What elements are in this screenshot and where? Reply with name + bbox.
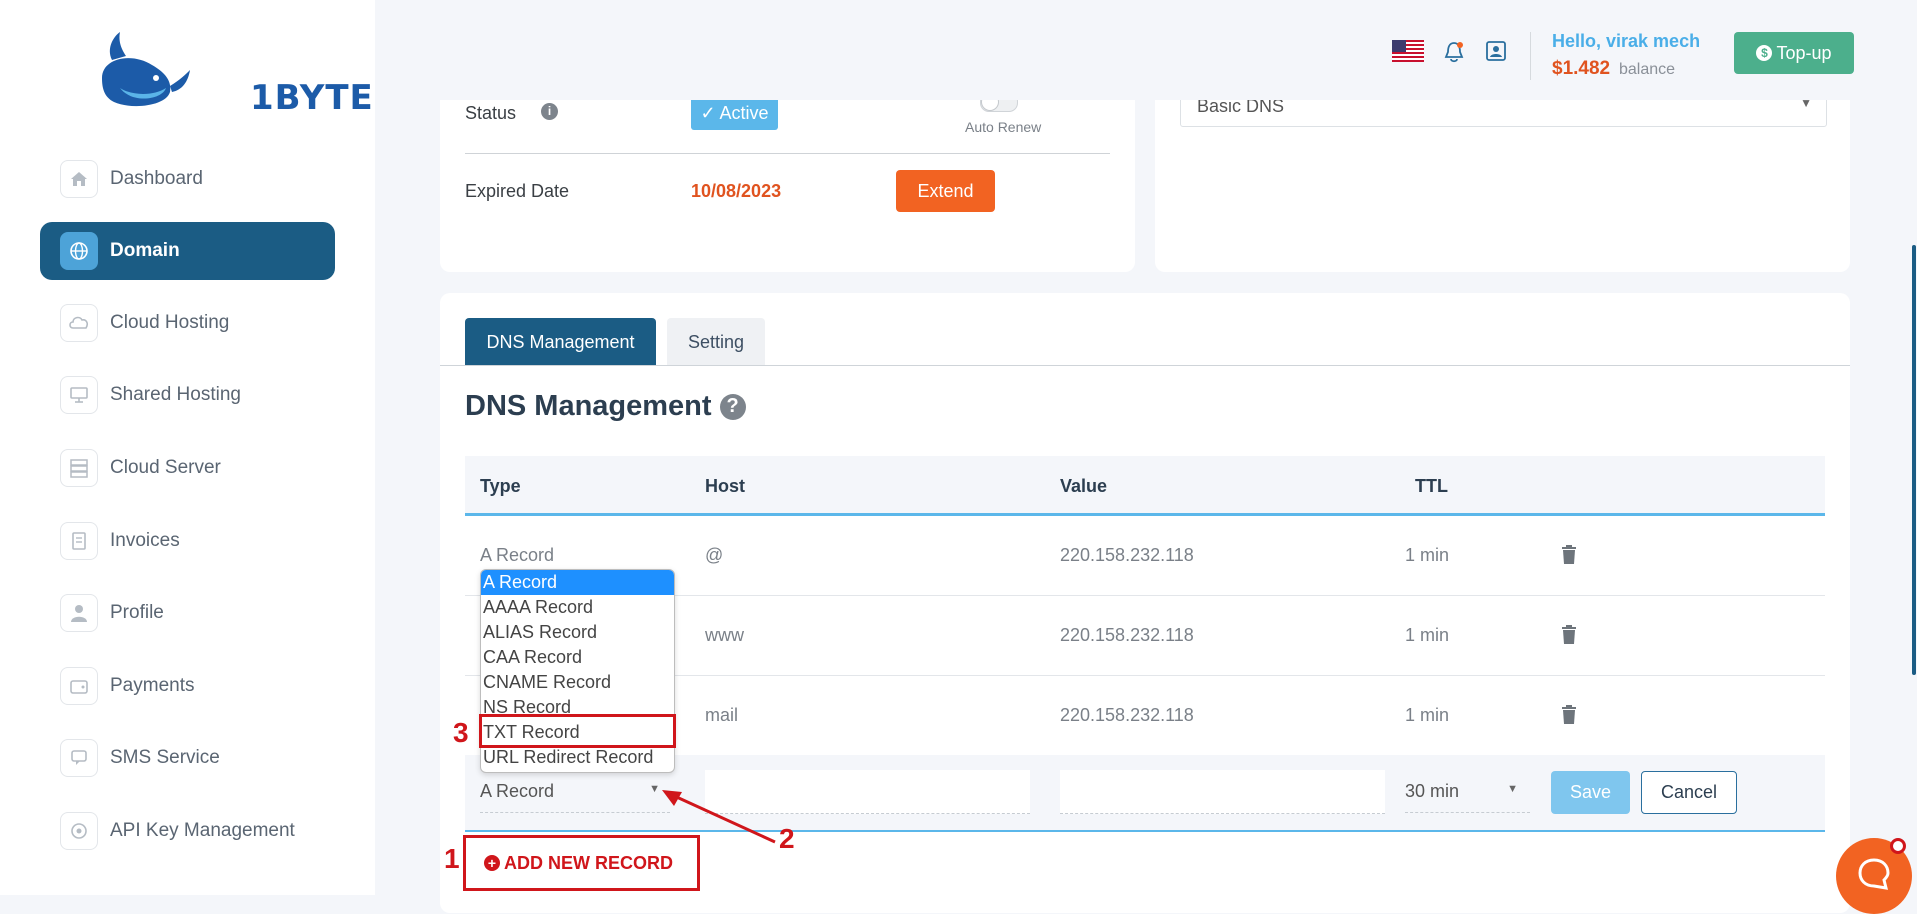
home-icon (60, 160, 98, 198)
annotation-arrow-icon (662, 790, 776, 844)
row-host: mail (705, 705, 739, 725)
sidebar-item-domain[interactable]: Domain (40, 222, 335, 280)
brand-logo[interactable]: 1BYTE (92, 30, 373, 118)
table-header (465, 456, 1825, 516)
expired-date-value: 10/08/2023 (691, 181, 782, 201)
trash-icon[interactable] (1561, 545, 1577, 569)
scrollbar[interactable] (1912, 245, 1916, 675)
sidebar-item-label: Payments (110, 675, 195, 696)
chat-support-button[interactable] (1836, 838, 1912, 914)
sidebar: 1BYTE Dashboard Domain Cloud Hosting Sha… (0, 0, 375, 895)
monitor-icon (60, 376, 98, 414)
balance-label: balance (1619, 61, 1676, 78)
tab-dns-management[interactable]: DNS Management (465, 318, 656, 366)
plus-circle-icon: + (484, 855, 500, 871)
top-header: Hello, virak mech $1.482 balance $ Top-u… (375, 0, 1917, 100)
divider (1530, 32, 1531, 80)
status-badge: ✓ Active (691, 97, 778, 130)
user-icon (60, 594, 98, 632)
value-input[interactable] (1060, 770, 1385, 814)
sidebar-item-cloud-hosting[interactable]: Cloud Hosting (40, 294, 335, 352)
option-alias-record[interactable]: ALIAS Record (481, 620, 674, 645)
record-type-select[interactable]: A Record ▼ (480, 772, 670, 813)
option-cname-record[interactable]: CNAME Record (481, 670, 674, 695)
api-icon (60, 812, 98, 850)
chevron-down-icon: ▼ (1507, 783, 1518, 795)
extend-button[interactable]: Extend (896, 170, 995, 212)
sidebar-item-label: SMS Service (110, 747, 220, 768)
sidebar-item-payments[interactable]: Payments (40, 657, 335, 715)
globe-icon (60, 232, 98, 270)
info-icon[interactable]: i (541, 103, 558, 120)
row-type: A Record (480, 545, 555, 565)
row-value: 220.158.232.118 (1060, 625, 1194, 645)
sidebar-item-dashboard[interactable]: Dashboard (40, 150, 335, 208)
dollar-icon: $ (1756, 45, 1773, 61)
record-type-value: A Record (480, 781, 555, 801)
row-host: www (705, 625, 744, 645)
sidebar-item-label: Domain (110, 240, 180, 261)
sidebar-item-sms-service[interactable]: SMS Service (40, 729, 335, 787)
tab-setting[interactable]: Setting (667, 318, 765, 366)
sidebar-item-label: Shared Hosting (110, 384, 241, 405)
column-header-value: Value (1060, 476, 1108, 496)
greeting-text: Hello, virak mech (1552, 31, 1701, 51)
option-a-record[interactable]: A Record (481, 570, 674, 595)
row-ttl: 1 min (1405, 545, 1450, 565)
brand-name: 1BYTE (250, 78, 374, 118)
wallet-icon (60, 667, 98, 705)
invoice-icon (60, 522, 98, 560)
expired-date-label: Expired Date (465, 181, 570, 201)
topup-button[interactable]: $ Top-up (1734, 32, 1854, 74)
help-icon[interactable]: ? (719, 393, 746, 420)
sidebar-item-invoices[interactable]: Invoices (40, 512, 335, 570)
ttl-select[interactable]: 30 min ▼ (1405, 772, 1530, 813)
contact-card-icon[interactable] (1485, 40, 1507, 67)
row-ttl: 1 min (1405, 705, 1450, 725)
row-value: 220.158.232.118 (1060, 545, 1194, 565)
sidebar-item-label: Invoices (110, 530, 180, 551)
check-icon: ✓ (700, 103, 716, 123)
sms-icon (60, 739, 98, 777)
row-host: @ (705, 545, 724, 565)
chat-icon (1858, 858, 1890, 890)
auto-renew-label: Auto Renew (965, 119, 1042, 135)
balance-amount: $1.482 (1552, 58, 1611, 79)
sidebar-item-profile[interactable]: Profile (40, 584, 335, 642)
sidebar-item-shared-hosting[interactable]: Shared Hosting (40, 366, 335, 424)
notification-dot (1890, 838, 1906, 854)
trash-icon[interactable] (1561, 625, 1577, 649)
status-label: Status (465, 103, 517, 123)
ttl-value: 30 min (1405, 781, 1460, 801)
sidebar-item-label: Cloud Hosting (110, 312, 230, 333)
sidebar-item-cloud-server[interactable]: Cloud Server (40, 439, 335, 497)
cancel-button[interactable]: Cancel (1641, 771, 1737, 814)
whale-logo-icon (102, 32, 190, 107)
annotation-3: 3 (453, 717, 469, 748)
us-flag-icon[interactable] (1392, 40, 1424, 62)
row-value: 220.158.232.118 (1060, 705, 1194, 725)
cloud-icon (60, 304, 98, 342)
option-caa-record[interactable]: CAA Record (481, 645, 674, 670)
divider (465, 153, 1110, 154)
bell-icon[interactable] (1443, 40, 1465, 69)
column-header-type: Type (480, 476, 521, 496)
sidebar-item-label: Cloud Server (110, 457, 221, 478)
trash-icon[interactable] (1561, 705, 1577, 729)
save-button[interactable]: Save (1551, 771, 1630, 814)
page-title: DNS Management ? (465, 390, 746, 423)
row-ttl: 1 min (1405, 625, 1450, 645)
option-url-redirect-record[interactable]: URL Redirect Record (481, 745, 674, 770)
tab-divider (440, 365, 1850, 366)
sidebar-item-label: API Key Management (110, 820, 295, 841)
sidebar-item-label: Dashboard (110, 168, 203, 189)
highlight-txt-record (479, 714, 676, 748)
column-header-ttl: TTL (1415, 476, 1448, 496)
server-icon (60, 449, 98, 487)
sidebar-item-api-key-management[interactable]: API Key Management (40, 802, 335, 860)
column-header-host: Host (705, 476, 745, 496)
annotation-1: 1 (444, 843, 460, 874)
option-aaaa-record[interactable]: AAAA Record (481, 595, 674, 620)
sidebar-item-label: Profile (110, 602, 164, 623)
